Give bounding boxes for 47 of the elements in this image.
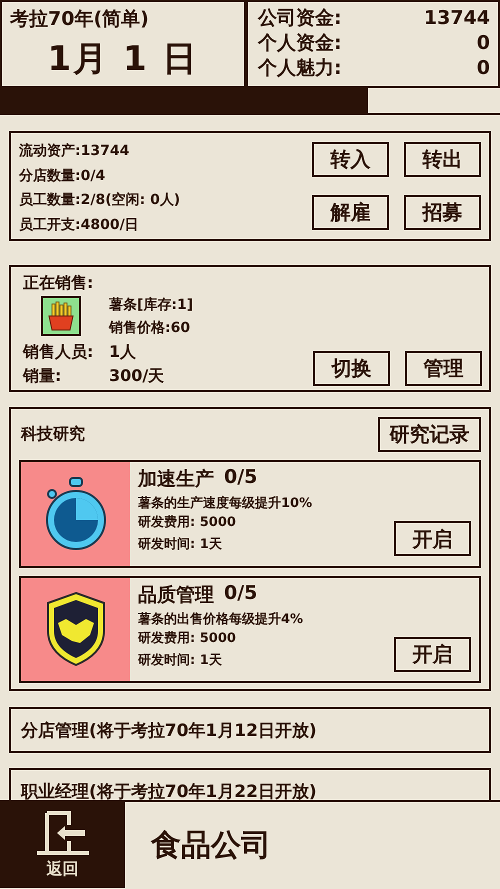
research-cost: 研发费用: 5000 bbox=[138, 514, 236, 532]
date-label: 1月 1 日 bbox=[46, 38, 200, 81]
stat-label: 公司资金: bbox=[258, 6, 342, 31]
locked-section[interactable]: 分店管理(将于考拉70年1月12日开放) bbox=[9, 707, 491, 753]
research-name: 加速生产 bbox=[138, 467, 214, 492]
sales-value: 1人 bbox=[109, 342, 136, 361]
year-label: 考拉70年(简单) bbox=[10, 7, 150, 32]
stat-value: 0 bbox=[476, 31, 490, 56]
back-button[interactable]: 返回 bbox=[0, 802, 125, 888]
action-button[interactable]: 转入 bbox=[312, 142, 389, 177]
product-name: 薯条[库存:1] bbox=[109, 296, 194, 315]
fries-icon bbox=[41, 296, 81, 336]
action-button[interactable]: 切换 bbox=[313, 351, 390, 386]
finance-text: 分店数量:0/4 bbox=[19, 166, 106, 186]
research-cost: 研发费用: 5000 bbox=[138, 630, 236, 648]
section-title: 正在销售: bbox=[23, 273, 94, 294]
product-price: 销售价格:60 bbox=[109, 319, 192, 338]
research-description: 薯条的出售价格每级提升4% bbox=[138, 610, 304, 628]
stopwatch-icon bbox=[44, 476, 108, 552]
research-description: 薯条的生产速度每级提升10% bbox=[138, 494, 314, 512]
section-title: 科技研究 bbox=[21, 424, 85, 445]
sales-value: 300/天 bbox=[109, 366, 164, 385]
stat-value: 0 bbox=[476, 56, 490, 81]
finance-text: 员工数量:2/8(空闲: 0人) bbox=[19, 190, 180, 210]
research-record-button[interactable]: 研究记录 bbox=[378, 417, 481, 452]
research-level: 0/5 bbox=[224, 466, 258, 490]
start-button[interactable]: 开启 bbox=[394, 521, 471, 556]
locked-section-text: 职业经理(将于考拉70年1月22日开放) bbox=[21, 780, 317, 800]
start-button[interactable]: 开启 bbox=[394, 636, 471, 672]
exit-door-icon bbox=[34, 810, 90, 854]
stat-label: 个人资金: bbox=[258, 31, 342, 56]
action-button[interactable]: 管理 bbox=[405, 351, 482, 386]
action-button[interactable]: 解雇 bbox=[312, 195, 389, 230]
action-button[interactable]: 转出 bbox=[404, 142, 481, 177]
sales-label: 销售人员: bbox=[23, 341, 94, 363]
stat-value: 13744 bbox=[424, 6, 490, 31]
research-time: 研发时间: 1天 bbox=[138, 652, 223, 670]
research-level: 0/5 bbox=[224, 582, 258, 606]
research-time: 研发时间: 1天 bbox=[138, 536, 223, 554]
stat-label: 个人魅力: bbox=[258, 56, 342, 81]
page-title: 食品公司 bbox=[150, 826, 271, 864]
finance-text: 员工开支:4800/日 bbox=[19, 216, 140, 234]
sales-label: 销量: bbox=[23, 365, 62, 387]
locked-section-text: 分店管理(将于考拉70年1月12日开放) bbox=[21, 720, 317, 742]
finance-text: 流动资产:13744 bbox=[19, 142, 130, 161]
action-button[interactable]: 招募 bbox=[404, 195, 481, 230]
research-name: 品质管理 bbox=[138, 582, 214, 608]
